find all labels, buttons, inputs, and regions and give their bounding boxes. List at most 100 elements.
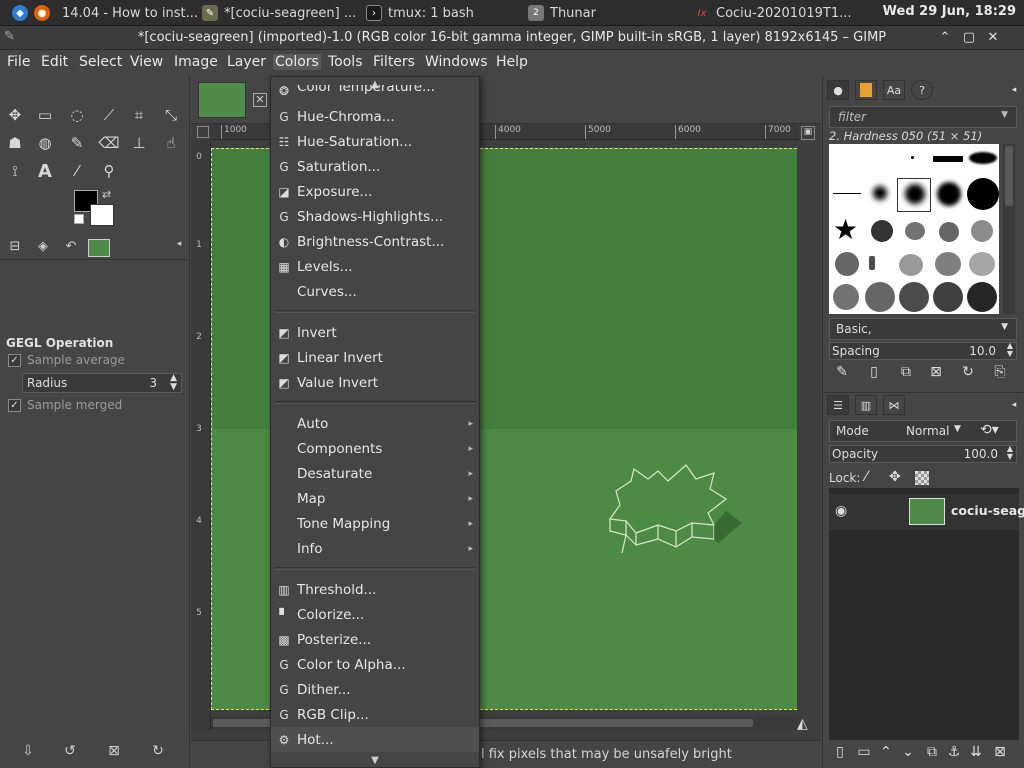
- menu-edit[interactable]: Edit: [39, 54, 70, 70]
- menu-image[interactable]: Image: [172, 54, 220, 70]
- menu-item-colorize[interactable]: ▘ Colorize...: [271, 602, 479, 627]
- reset-options-icon[interactable]: ↻: [148, 743, 168, 761]
- menu-item-hue-saturation[interactable]: ☷ Hue-Saturation...: [271, 129, 479, 154]
- menu-item-info[interactable]: Info ▸: [271, 536, 479, 561]
- eraser-tool-icon[interactable]: ⌫: [96, 131, 122, 155]
- reset-mode-icon[interactable]: ⟲▾: [980, 422, 999, 438]
- fuzzy-select-tool-icon[interactable]: ⟋: [96, 103, 122, 127]
- delete-options-icon[interactable]: ⊠: [104, 743, 124, 761]
- taskbar-item-latex[interactable]: Ix Cociu-20201019T1...: [694, 3, 852, 23]
- menu-item-value-invert[interactable]: ◩ Value Invert: [271, 370, 479, 395]
- sample-average-checkbox[interactable]: ✓: [8, 353, 21, 367]
- new-brush-icon[interactable]: ▯: [865, 364, 883, 382]
- paths-tab-icon[interactable]: ⋈: [883, 395, 905, 415]
- menu-item-hot[interactable]: ⚙ Hot...: [271, 727, 479, 752]
- menu-item-auto[interactable]: Auto ▸: [271, 411, 479, 436]
- lock-pixels-icon[interactable]: ⁄: [865, 469, 867, 485]
- merge-layer-icon[interactable]: ⇊: [967, 744, 985, 762]
- duplicate-brush-icon[interactable]: ⧉: [897, 364, 915, 382]
- brush-swatch[interactable]: [933, 156, 963, 162]
- device-status-tab-icon[interactable]: ◈: [32, 239, 54, 257]
- taskbar-item-browser[interactable]: 14.04 - How to inst...: [62, 3, 198, 23]
- transform-tool-icon[interactable]: ⤡: [158, 103, 184, 127]
- menu-item-color-temperature[interactable]: ❂ Color Temperature...: [271, 85, 479, 99]
- scrollbar-thumb[interactable]: [1005, 146, 1013, 206]
- minimize-button[interactable]: ⌃: [936, 29, 954, 47]
- layer-row[interactable]: ◉ cociu-seag: [829, 494, 1024, 530]
- menu-item-saturation[interactable]: G Saturation...: [271, 154, 479, 179]
- brush-grid[interactable]: ★: [829, 144, 999, 314]
- menu-select[interactable]: Select: [77, 54, 124, 70]
- app-launcher[interactable]: ◆ ●: [12, 3, 50, 23]
- save-options-icon[interactable]: ⇩: [18, 743, 38, 761]
- duplicate-layer-icon[interactable]: ⧉: [923, 744, 941, 762]
- menu-item-exposure[interactable]: ◪ Exposure...: [271, 179, 479, 204]
- images-tab-icon[interactable]: [88, 239, 110, 257]
- menu-item-posterize[interactable]: ▩ Posterize...: [271, 627, 479, 652]
- brush-swatch[interactable]: [871, 220, 893, 242]
- raise-layer-icon[interactable]: ⌃: [877, 744, 895, 762]
- brush-swatch[interactable]: [833, 284, 859, 310]
- lower-layer-icon[interactable]: ⌄: [899, 744, 917, 762]
- quick-mask-toggle[interactable]: [197, 126, 209, 138]
- close-window-button[interactable]: ✕: [984, 29, 1002, 47]
- brush-swatch[interactable]: [967, 178, 999, 210]
- brush-swatch[interactable]: [873, 186, 887, 200]
- sample-average-row[interactable]: ✓ Sample average: [8, 353, 125, 367]
- brush-swatch[interactable]: [967, 282, 997, 312]
- brush-swatch[interactable]: [911, 156, 914, 159]
- brush-scrollbar[interactable]: [1003, 144, 1015, 314]
- configure-tab-icon[interactable]: ◂: [168, 239, 190, 257]
- brush-swatch[interactable]: [899, 282, 929, 312]
- brush-swatch[interactable]: [905, 184, 925, 204]
- tool-options-tab-icon[interactable]: ⊟: [4, 239, 26, 257]
- taskbar-item-terminal[interactable]: › tmux: 1 bash: [366, 3, 474, 23]
- menu-layer[interactable]: Layer: [225, 54, 268, 70]
- zoom-tool-icon[interactable]: ⚲: [96, 159, 122, 183]
- channels-tab-icon[interactable]: ▥: [855, 395, 877, 415]
- menu-view[interactable]: View: [128, 54, 165, 70]
- menu-item-threshold[interactable]: ▥ Threshold...: [271, 577, 479, 602]
- window-titlebar[interactable]: ✎ *[cociu-seagreen] (imported)-1.0 (RGB …: [0, 26, 1024, 50]
- menu-item-components[interactable]: Components ▸: [271, 436, 479, 461]
- move-tool-icon[interactable]: ✥: [2, 103, 28, 127]
- brush-swatch[interactable]: [969, 152, 997, 164]
- menu-item-desaturate[interactable]: Desaturate ▸: [271, 461, 479, 486]
- default-colors-icon[interactable]: [74, 214, 84, 224]
- brush-swatch[interactable]: [935, 252, 961, 276]
- color-picker-tool-icon[interactable]: ⁄: [64, 159, 90, 183]
- rect-select-tool-icon[interactable]: ▭: [32, 103, 58, 127]
- crop-tool-icon[interactable]: ⌗: [126, 103, 152, 127]
- menu-windows[interactable]: Windows: [423, 54, 490, 70]
- menu-file[interactable]: File: [5, 54, 32, 70]
- close-image-icon[interactable]: ✕: [253, 93, 267, 107]
- edit-brush-icon[interactable]: ✎: [833, 364, 851, 382]
- radius-stepper-icon[interactable]: ▲ ▼: [170, 374, 177, 392]
- menu-item-tone-mapping[interactable]: Tone Mapping ▸: [271, 511, 479, 536]
- restore-options-icon[interactable]: ↺: [60, 743, 80, 761]
- brush-swatch[interactable]: [835, 252, 859, 276]
- refresh-brushes-icon[interactable]: ↻: [959, 364, 977, 382]
- menu-filters[interactable]: Filters: [371, 54, 417, 70]
- swap-colors-icon[interactable]: ⇄: [102, 188, 111, 201]
- delete-brush-icon[interactable]: ⊠: [927, 364, 945, 382]
- configure-tab-icon[interactable]: ◂: [1003, 395, 1024, 415]
- configure-tab-icon[interactable]: ◂: [1003, 80, 1024, 100]
- taskbar-item-thunar[interactable]: 2 Thunar: [528, 3, 596, 23]
- brush-tag-input[interactable]: Basic, ▼: [829, 318, 1017, 340]
- sample-merged-checkbox[interactable]: ✓: [8, 398, 21, 412]
- new-layer-icon[interactable]: ▯: [831, 744, 849, 762]
- bucket-fill-tool-icon[interactable]: ◍: [32, 131, 58, 155]
- menu-item-invert[interactable]: ◩ Invert: [271, 320, 479, 345]
- brush-swatch[interactable]: [971, 220, 993, 242]
- new-layer-group-icon[interactable]: ▭: [855, 744, 873, 762]
- opacity-stepper-icon[interactable]: ▲ ▼: [1007, 445, 1013, 461]
- background-color-swatch[interactable]: [90, 204, 114, 226]
- menu-item-dither[interactable]: G Dither...: [271, 677, 479, 702]
- brush-swatch[interactable]: [933, 282, 963, 312]
- menu-tools[interactable]: Tools: [326, 54, 365, 70]
- vertical-ruler[interactable]: 0 1 2 3 4 5: [191, 140, 211, 730]
- smudge-tool-icon[interactable]: ☝: [158, 131, 184, 155]
- clock[interactable]: Wed 29 Jun, 18:29: [883, 4, 1016, 19]
- brush-swatch[interactable]: [865, 282, 895, 312]
